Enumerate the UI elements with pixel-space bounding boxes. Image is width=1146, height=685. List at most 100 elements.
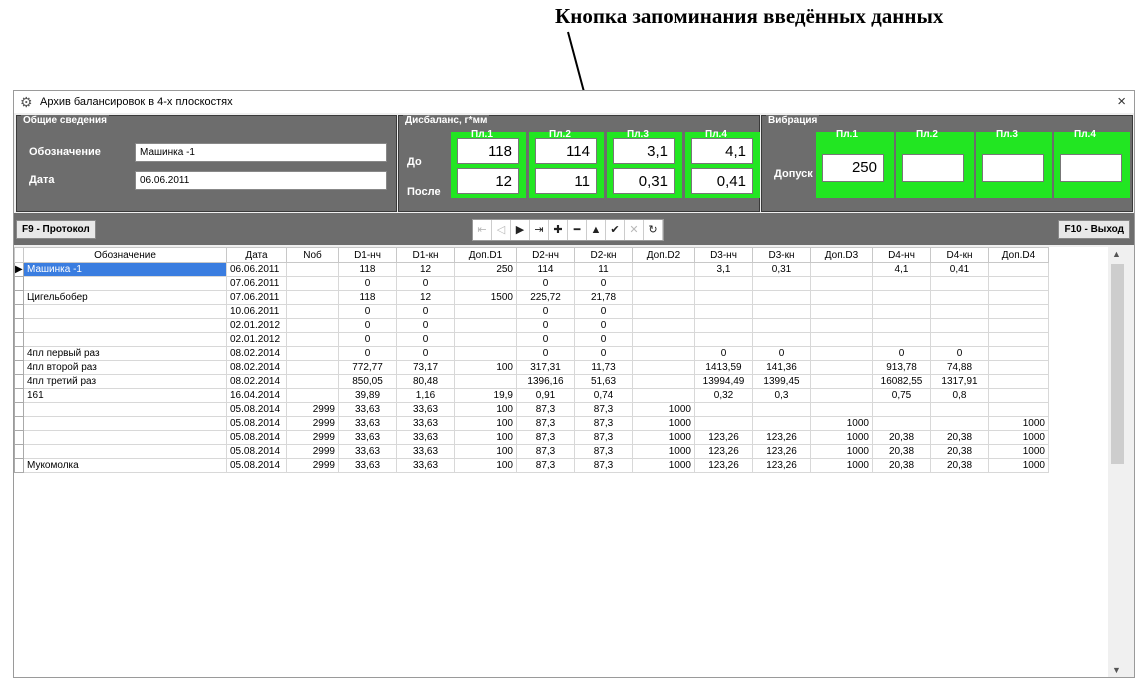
table-cell[interactable]: Машинка -1 [23,262,227,277]
table-cell[interactable]: 08.02.2014 [226,346,287,361]
table-cell[interactable]: 4пл третий раз [23,374,227,389]
table-cell[interactable]: 33,63 [396,430,455,445]
table-cell[interactable]: 21,78 [574,290,633,305]
after-plane-3-input[interactable]: 0,31 [613,168,675,194]
scroll-up-icon[interactable]: ▲ [1112,249,1121,259]
table-cell[interactable] [810,262,873,277]
table-cell[interactable] [810,346,873,361]
table-row[interactable]: 161 16.04.2014 39,89 1,16 19,9 0,91 0,74 0,32 0,… [14,388,1049,403]
table-cell[interactable] [810,388,873,403]
post-record-button[interactable]: ✔ [606,220,625,240]
table-row[interactable]: 02.01.2012 0 0 0 0 [14,332,1049,347]
first-record-button[interactable]: ⇤ [473,220,492,240]
table-cell[interactable] [872,416,931,431]
table-cell[interactable]: 250 [454,262,517,277]
table-cell[interactable]: 87,3 [574,430,633,445]
table-cell[interactable]: 1000 [988,458,1049,473]
after-plane-1-input[interactable]: 12 [457,168,519,194]
table-cell[interactable]: 123,26 [694,430,753,445]
table-row[interactable]: 4пл первый раз 08.02.2014 0 0 0 0 0 0 0 0 [14,346,1049,361]
date-field[interactable]: 06.06.2011 [135,171,387,190]
table-cell[interactable]: 02.01.2012 [226,332,287,347]
table-cell[interactable] [872,290,931,305]
table-cell[interactable] [694,304,753,319]
table-cell[interactable]: 2999 [286,402,339,417]
before-plane-3-input[interactable]: 3,1 [613,138,675,164]
table-cell[interactable]: 3,1 [694,262,753,277]
row-indicator[interactable] [14,304,24,319]
table-cell[interactable]: 12 [396,290,455,305]
table-cell[interactable] [810,318,873,333]
table-cell[interactable]: 4пл второй раз [23,360,227,375]
table-cell[interactable] [872,332,931,347]
table-cell[interactable] [694,402,753,417]
table-cell[interactable]: 10.06.2011 [226,304,287,319]
table-cell[interactable]: 0,3 [752,388,811,403]
table-cell[interactable]: 2999 [286,430,339,445]
table-cell[interactable] [23,444,227,459]
table-cell[interactable]: 87,3 [516,402,575,417]
column-header[interactable]: Доп.D4 [988,247,1049,263]
vibration-plane-3-input[interactable] [982,154,1044,182]
table-cell[interactable]: 11,73 [574,360,633,375]
table-cell[interactable] [872,304,931,319]
next-record-button[interactable]: ▶ [511,220,530,240]
table-cell[interactable] [988,318,1049,333]
table-cell[interactable] [930,290,989,305]
table-cell[interactable] [810,276,873,291]
table-cell[interactable]: 87,3 [516,430,575,445]
table-cell[interactable] [988,402,1049,417]
column-header[interactable]: D3-кн [752,247,811,263]
row-indicator[interactable] [14,360,24,375]
table-row[interactable]: Мукомолка 05.08.2014 2999 33,63 33,63 100 87,3… [14,458,1049,473]
table-cell[interactable]: 33,63 [338,402,397,417]
table-cell[interactable]: 161 [23,388,227,403]
table-cell[interactable]: 11 [574,262,633,277]
column-header[interactable]: Доп.D2 [632,247,695,263]
table-row[interactable]: 05.08.2014 2999 33,63 33,63 100 87,3 87,3 1000 1… [14,444,1049,459]
table-cell[interactable]: 20,38 [930,444,989,459]
table-cell[interactable]: 0 [574,276,633,291]
table-cell[interactable]: 0 [516,332,575,347]
table-cell[interactable]: 0 [516,304,575,319]
table-cell[interactable] [632,262,695,277]
table-cell[interactable]: 07.06.2011 [226,290,287,305]
table-cell[interactable] [810,304,873,319]
table-cell[interactable]: 913,78 [872,360,931,375]
table-cell[interactable]: 1000 [632,444,695,459]
table-row[interactable]: ▶ Машинка -1 06.06.2011 118 12 250 114 11 3,1 0,3… [14,262,1049,277]
table-cell[interactable] [286,374,339,389]
table-cell[interactable]: 850,05 [338,374,397,389]
table-cell[interactable]: 100 [454,444,517,459]
edit-record-button[interactable]: ▲ [587,220,606,240]
table-cell[interactable]: 05.08.2014 [226,458,287,473]
table-cell[interactable]: 1000 [810,458,873,473]
table-cell[interactable]: 1000 [632,430,695,445]
table-cell[interactable]: 16.04.2014 [226,388,287,403]
table-cell[interactable]: 51,63 [574,374,633,389]
table-cell[interactable] [872,402,931,417]
table-cell[interactable] [286,332,339,347]
table-cell[interactable]: 123,26 [752,458,811,473]
refresh-button[interactable]: ↻ [644,220,663,240]
table-cell[interactable] [988,290,1049,305]
table-cell[interactable]: 20,38 [872,458,931,473]
table-cell[interactable]: 08.02.2014 [226,374,287,389]
table-cell[interactable] [632,388,695,403]
table-cell[interactable]: 0 [338,346,397,361]
protocol-button[interactable]: F9 - Протокол [16,220,96,239]
table-cell[interactable]: 1000 [810,416,873,431]
table-cell[interactable]: 0,75 [872,388,931,403]
table-cell[interactable] [286,262,339,277]
row-indicator[interactable] [14,290,24,305]
table-cell[interactable] [632,318,695,333]
table-cell[interactable]: 123,26 [694,444,753,459]
last-record-button[interactable]: ⇥ [530,220,549,240]
table-cell[interactable]: 08.02.2014 [226,360,287,375]
table-cell[interactable]: 0,91 [516,388,575,403]
table-cell[interactable]: 1413,59 [694,360,753,375]
table-cell[interactable]: 0 [574,346,633,361]
prior-record-button[interactable]: ◁ [492,220,511,240]
table-cell[interactable]: 1000 [632,402,695,417]
table-row[interactable]: Цигельбобер 07.06.2011 118 12 1500 225,72 21,7… [14,290,1049,305]
